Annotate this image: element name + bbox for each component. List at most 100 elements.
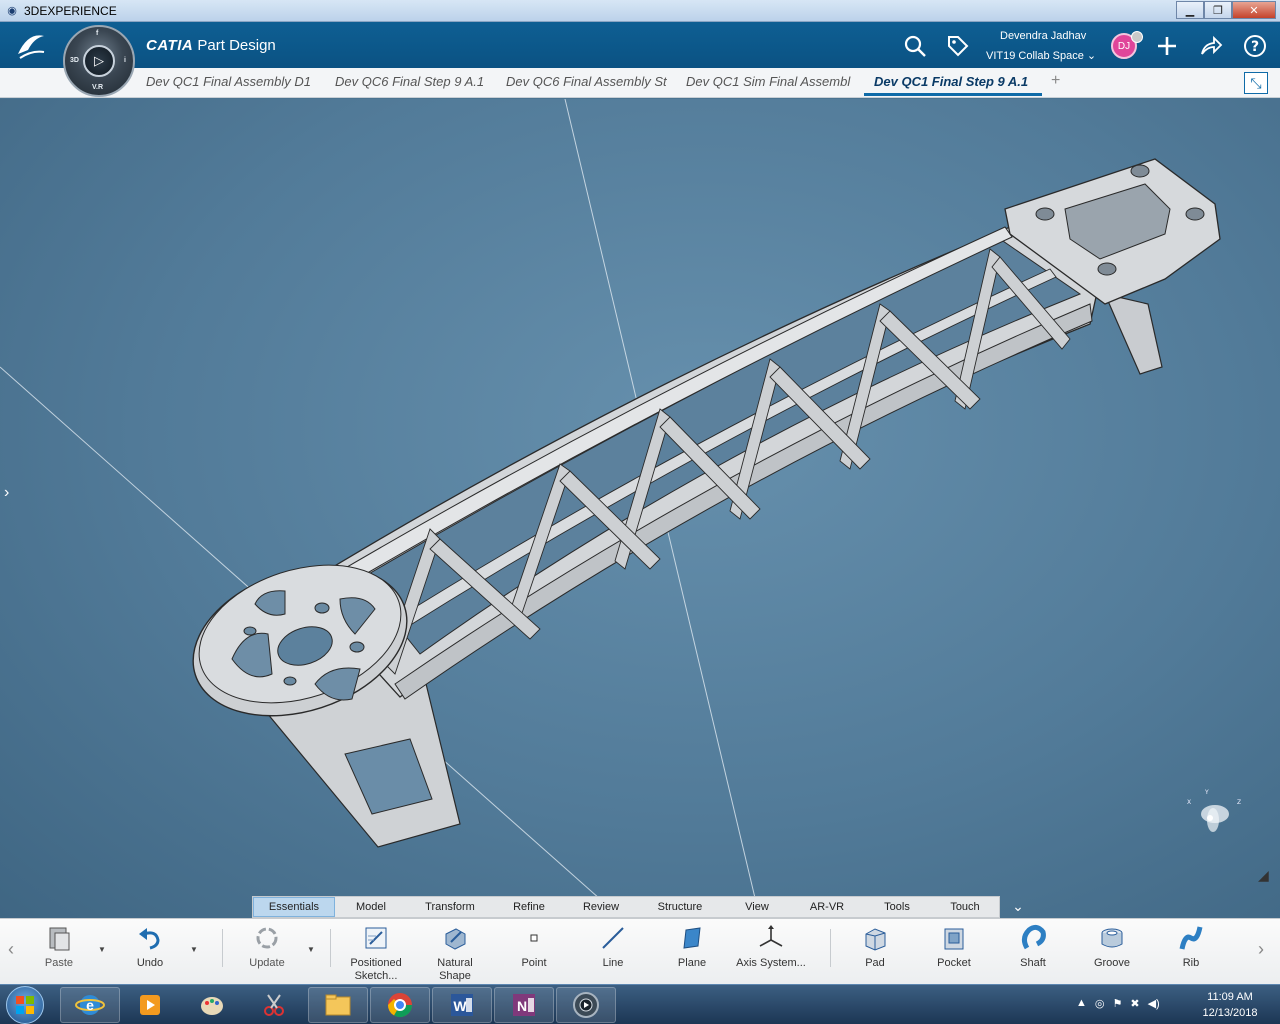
windows-start-icon[interactable]: [6, 986, 44, 1024]
tab-view[interactable]: View: [723, 897, 791, 917]
system-tray: ▲ ◎ ⚑ ✖ ◀): [1076, 997, 1160, 1010]
scroll-right-icon[interactable]: ›: [1258, 939, 1264, 960]
internet-explorer-icon[interactable]: e: [60, 987, 120, 1023]
line-icon: [598, 923, 628, 953]
restore-button[interactable]: ❐: [1204, 1, 1232, 19]
tab-review[interactable]: Review: [565, 897, 637, 917]
update-button[interactable]: Update: [232, 923, 302, 983]
user-name: Devendra Jadhav: [1000, 30, 1087, 42]
close-button[interactable]: ✕: [1232, 1, 1276, 19]
word-icon[interactable]: W: [432, 987, 492, 1023]
separator: [222, 929, 223, 967]
pad-label: Pad: [865, 957, 885, 969]
compass-left-label: 3D: [70, 57, 79, 64]
positioned-sketch-button[interactable]: Positioned Sketch...: [341, 923, 411, 983]
paint-icon[interactable]: [182, 987, 242, 1023]
tab-ar-vr[interactable]: AR-VR: [791, 897, 863, 917]
tab-essentials[interactable]: Essentials: [253, 897, 335, 917]
media-player-icon[interactable]: [120, 987, 180, 1023]
snipping-tool-icon[interactable]: [244, 987, 304, 1023]
groove-button[interactable]: Groove: [1077, 923, 1147, 983]
file-explorer-icon[interactable]: [308, 987, 368, 1023]
tab-dev-qc1-sim-final-assembly[interactable]: Dev QC1 Sim Final Assembl: [686, 74, 858, 89]
clock-time: 11:09 AM: [1207, 991, 1253, 1003]
onenote-icon[interactable]: N: [494, 987, 554, 1023]
plane-button[interactable]: Plane: [657, 923, 727, 983]
document-tabbar: Dev QC1 Final Assembly D1 Dev QC6 Final …: [0, 68, 1280, 98]
3d-viewport[interactable]: › Y X Z ◢: [0, 99, 1280, 919]
svg-text:?: ?: [1251, 39, 1259, 55]
pocket-icon: [939, 923, 969, 953]
natural-shape-button[interactable]: Natural Shape: [420, 923, 490, 983]
os-taskbar: e W N ▲ ◎ ⚑ ✖ ◀) 11:09 AM 12/13/2018: [0, 984, 1280, 1024]
undo-dropdown-icon[interactable]: ▼: [190, 945, 198, 954]
dassault-logo-icon[interactable]: [14, 30, 48, 60]
rib-button[interactable]: Rib: [1156, 923, 1226, 983]
plus-icon[interactable]: [1154, 33, 1180, 59]
point-icon: [519, 923, 549, 953]
action-bar: ‹ Paste ▼ Undo ▼ Update ▼ Positioned Ske…: [0, 918, 1280, 984]
app-brand: CATIA: [146, 37, 194, 54]
model-scene: [0, 99, 1221, 919]
tab-dev-qc1-final-assembly[interactable]: Dev QC1 Final Assembly D1: [146, 74, 322, 89]
show-hidden-icons-icon[interactable]: ▲: [1076, 997, 1087, 1010]
compass-right-label: i: [124, 57, 126, 64]
svg-text:X: X: [1187, 799, 1191, 806]
tab-refine[interactable]: Refine: [493, 897, 565, 917]
compass-widget[interactable]: f 3D i V.R ▷: [63, 25, 135, 97]
shaft-button[interactable]: Shaft: [998, 923, 1068, 983]
tab-dev-qc1-final-step9[interactable]: Dev QC1 Final Step 9 A.1: [864, 74, 1042, 96]
axis-triad-icon[interactable]: Y X Z: [1185, 784, 1241, 840]
axis-system-button[interactable]: Axis System...: [736, 923, 806, 983]
tab-transform[interactable]: Transform: [407, 897, 493, 917]
line-button[interactable]: Line: [578, 923, 648, 983]
tab-tools[interactable]: Tools: [863, 897, 931, 917]
point-button[interactable]: Point: [499, 923, 569, 983]
collab-space-label: VIT19 Collab Space: [986, 50, 1084, 62]
pocket-label: Pocket: [937, 957, 971, 969]
pocket-button[interactable]: Pocket: [919, 923, 989, 983]
pad-button[interactable]: Pad: [840, 923, 910, 983]
tag-icon[interactable]: [945, 33, 971, 59]
network-error-icon[interactable]: ✖: [1130, 997, 1139, 1010]
tab-touch[interactable]: Touch: [931, 897, 999, 917]
tab-dev-qc6-final-step9[interactable]: Dev QC6 Final Step 9 A.1: [335, 74, 495, 89]
groove-label: Groove: [1093, 957, 1131, 969]
svg-text:Y: Y: [1204, 789, 1209, 796]
tab-structure[interactable]: Structure: [637, 897, 723, 917]
axis-system-label: Axis System...: [736, 957, 806, 969]
window-titlebar: ◉ 3DEXPERIENCE ▁ ❐ ✕: [0, 0, 1280, 22]
help-icon[interactable]: ?: [1242, 33, 1268, 59]
3dexperience-taskbar-icon[interactable]: [556, 987, 616, 1023]
tab-model[interactable]: Model: [335, 897, 407, 917]
chevron-down-icon: ⌄: [1086, 50, 1097, 62]
minimize-button[interactable]: ▁: [1176, 1, 1204, 19]
paste-dropdown-icon[interactable]: ▼: [98, 945, 106, 954]
app-header: CATIA Part Design Devendra Jadhav VIT19 …: [0, 22, 1280, 68]
shaft-label: Shaft: [1020, 957, 1046, 969]
collapse-action-bar-icon[interactable]: ⌄: [1008, 897, 1028, 915]
paste-button[interactable]: Paste: [24, 923, 94, 983]
collab-space-selector[interactable]: VIT19 Collab Space ⌄: [986, 49, 1096, 62]
system-clock[interactable]: 11:09 AM 12/13/2018: [1196, 989, 1264, 1021]
chevron-right-icon[interactable]: ›: [4, 484, 9, 502]
network-globe-icon[interactable]: ◎: [1095, 997, 1105, 1010]
action-center-icon[interactable]: ⚑: [1113, 997, 1123, 1010]
update-dropdown-icon[interactable]: ▼: [307, 945, 315, 954]
resize-corner-icon[interactable]: ◢: [1258, 867, 1269, 884]
search-icon[interactable]: [902, 33, 928, 59]
scroll-left-icon[interactable]: ‹: [8, 939, 14, 960]
chrome-icon[interactable]: [370, 987, 430, 1023]
update-icon: [252, 923, 282, 953]
add-tab-button[interactable]: +: [1051, 72, 1060, 90]
sketch-icon: [361, 923, 391, 953]
tab-dev-qc6-final-assembly[interactable]: Dev QC6 Final Assembly St: [506, 74, 676, 89]
volume-icon[interactable]: ◀): [1148, 997, 1160, 1010]
point-label: Point: [521, 957, 547, 969]
play-icon[interactable]: ▷: [83, 45, 115, 77]
undo-button[interactable]: Undo: [115, 923, 185, 983]
svg-text:Z: Z: [1237, 799, 1241, 806]
share-icon[interactable]: [1198, 33, 1224, 59]
fullscreen-icon[interactable]: ⤡: [1244, 72, 1268, 94]
plane-label: Plane: [677, 957, 707, 969]
